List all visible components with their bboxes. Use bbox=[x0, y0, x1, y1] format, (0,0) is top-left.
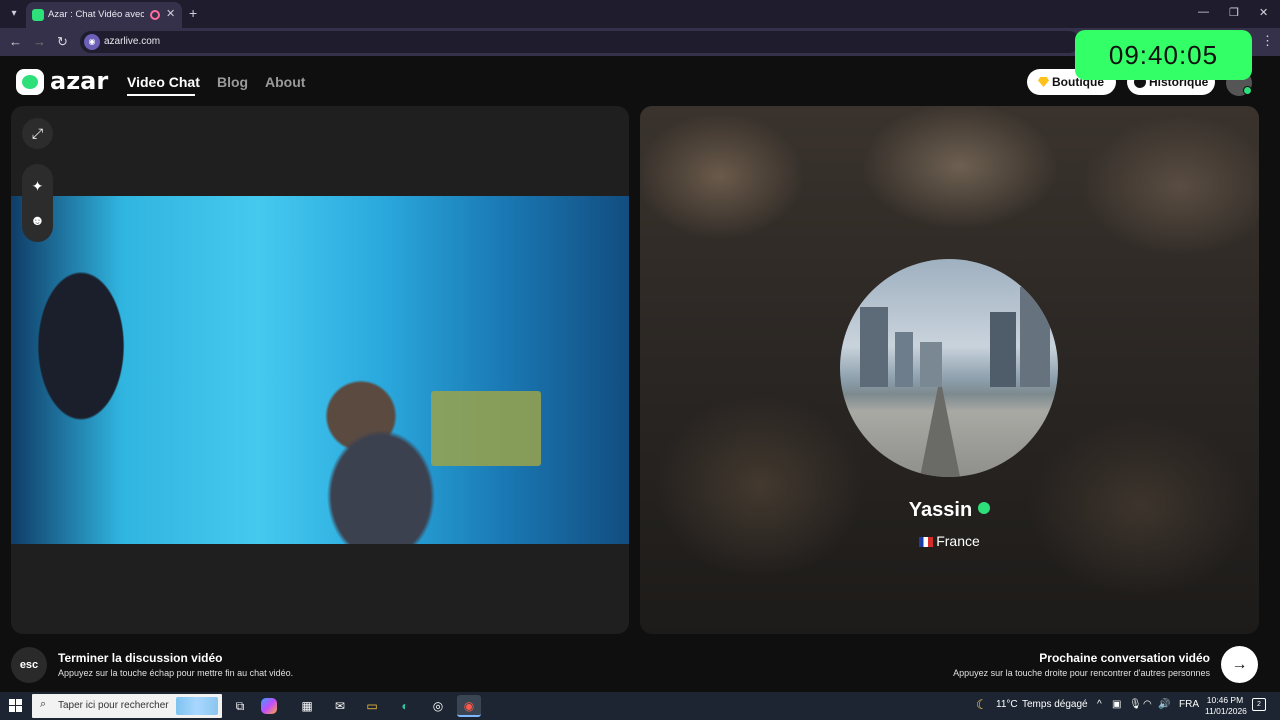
sticker-icon[interactable]: ☻ bbox=[22, 212, 53, 228]
maximize-icon[interactable]: ❐ bbox=[1229, 6, 1239, 19]
window-close-icon[interactable]: ✕ bbox=[1259, 6, 1268, 19]
recording-icon bbox=[150, 10, 160, 20]
obs-icon[interactable]: ◎ bbox=[426, 695, 450, 717]
taskbar-clock[interactable]: 10:46 PM 11/01/2026 bbox=[1205, 695, 1247, 717]
windows-taskbar: ⌕ Taper ici pour rechercher ⧉ ▦ ✉ ▭ ◐ ◎ … bbox=[0, 692, 1280, 720]
tab-title: Azar : Chat Vidéo avec de n bbox=[48, 9, 144, 20]
partner-panel: Yassin France bbox=[640, 106, 1259, 634]
favicon-icon bbox=[32, 9, 44, 21]
tab-close-icon[interactable]: ✕ bbox=[166, 7, 175, 20]
diamond-icon bbox=[1038, 77, 1049, 87]
wifi-icon[interactable]: ◠ bbox=[1143, 699, 1152, 710]
overlay-clock: 09:40:05 bbox=[1075, 30, 1252, 80]
effects-toolbar: ✦ ☻ bbox=[22, 164, 53, 242]
end-chat-title: Terminer la discussion vidéo bbox=[58, 651, 223, 665]
store-icon[interactable]: ▦ bbox=[295, 695, 319, 717]
forward-icon[interactable]: → bbox=[33, 34, 46, 49]
verified-icon bbox=[978, 502, 991, 514]
nav-blog[interactable]: Blog bbox=[217, 74, 248, 90]
sparkle-icon[interactable]: ✦ bbox=[22, 178, 53, 195]
copilot-icon[interactable] bbox=[261, 698, 277, 714]
my-video-panel: ⤢ ✦ ☻ bbox=[11, 106, 629, 634]
partner-profile-photo bbox=[840, 259, 1058, 477]
browser-tab-strip: ▾ Azar : Chat Vidéo avec de n ✕ + — ❐ ✕ bbox=[0, 0, 1280, 28]
file-explorer-icon[interactable]: ▭ bbox=[360, 695, 384, 717]
azar-app: azar Video Chat Blog About Boutique Hist… bbox=[0, 56, 1280, 692]
nav-video-chat[interactable]: Video Chat bbox=[127, 74, 200, 90]
volume-icon[interactable]: 🔊 bbox=[1158, 699, 1170, 710]
search-placeholder: Taper ici pour rechercher bbox=[58, 700, 169, 711]
edge-icon[interactable]: ◐ bbox=[393, 695, 417, 717]
online-badge bbox=[1243, 86, 1252, 95]
nav-about[interactable]: About bbox=[265, 74, 305, 90]
next-chat-hint: Appuyez sur la touche droite pour rencon… bbox=[953, 668, 1210, 678]
reload-icon[interactable]: ↻ bbox=[57, 34, 68, 50]
minimize-icon[interactable]: — bbox=[1198, 6, 1209, 18]
mail-icon[interactable]: ✉ bbox=[328, 695, 352, 717]
chrome-icon[interactable]: ◉ bbox=[457, 695, 481, 717]
france-flag-icon bbox=[919, 537, 934, 547]
tab-search-icon[interactable]: ▾ bbox=[6, 6, 22, 22]
arrow-right-icon[interactable]: → bbox=[1221, 646, 1258, 683]
url-text: azarlive.com bbox=[104, 36, 161, 47]
language-indicator[interactable]: FRA bbox=[1179, 699, 1199, 710]
taskbar-search-input[interactable]: ⌕ Taper ici pour rechercher bbox=[32, 694, 222, 718]
windows-start-icon[interactable] bbox=[9, 699, 22, 712]
microphone-icon[interactable]: 🎙 bbox=[1129, 699, 1142, 710]
end-chat-button[interactable]: esc bbox=[11, 647, 47, 683]
back-icon[interactable]: ← bbox=[9, 34, 22, 49]
moon-icon: ☾ bbox=[976, 697, 988, 712]
active-nav-indicator bbox=[127, 94, 195, 96]
browser-tab[interactable]: Azar : Chat Vidéo avec de n ✕ bbox=[26, 2, 182, 28]
end-chat-hint: Appuyez sur la touche échap pour mettre … bbox=[58, 668, 294, 678]
webcam-feed bbox=[11, 196, 629, 544]
weather-desc[interactable]: Temps dégagé bbox=[1022, 699, 1088, 710]
search-highlight-image bbox=[176, 697, 218, 715]
browser-menu-icon[interactable]: ⋮ bbox=[1261, 33, 1274, 49]
task-view-icon[interactable]: ⧉ bbox=[228, 695, 252, 717]
weather-temp[interactable]: 11°C bbox=[996, 699, 1018, 710]
search-icon: ⌕ bbox=[40, 698, 47, 710]
new-tab-icon[interactable]: + bbox=[189, 5, 197, 21]
logo-icon[interactable] bbox=[16, 69, 44, 95]
url-input[interactable]: ◉ azarlive.com bbox=[80, 31, 1080, 53]
notifications-icon[interactable]: 2 bbox=[1252, 698, 1266, 711]
partner-name: Yassin bbox=[640, 499, 1259, 522]
site-info-icon[interactable]: ◉ bbox=[84, 34, 100, 50]
next-chat-title: Prochaine conversation vidéo bbox=[1039, 651, 1210, 665]
network-icon[interactable]: ▣ bbox=[1112, 699, 1121, 710]
logo-text[interactable]: azar bbox=[50, 67, 108, 95]
tray-expand-icon[interactable]: ^ bbox=[1097, 699, 1102, 710]
partner-country: France bbox=[640, 533, 1259, 549]
expand-icon[interactable]: ⤢ bbox=[22, 118, 53, 149]
